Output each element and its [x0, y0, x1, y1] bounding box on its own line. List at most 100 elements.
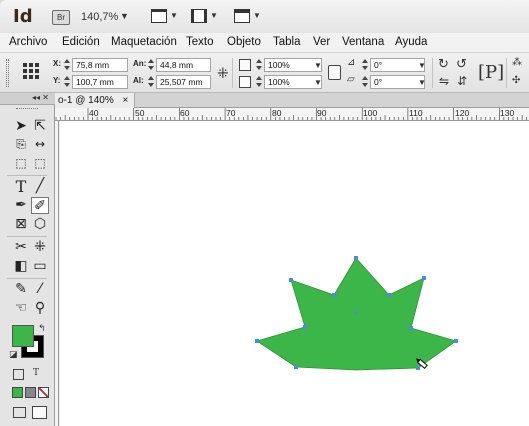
ruler-label: 100 [363, 108, 378, 118]
ruler-label: 50 [135, 108, 145, 118]
vertical-scrollbar[interactable] [519, 121, 529, 426]
document-tab-label: o-1 @ 140% [58, 95, 114, 106]
anchor-point[interactable] [289, 278, 293, 282]
tools-panel-header: ◂◂ ✕ [0, 93, 55, 105]
rotate-ccw-icon[interactable]: ↺ [456, 56, 467, 72]
menu-archivo[interactable]: Archivo [9, 36, 47, 48]
anchor-point[interactable] [332, 293, 336, 297]
menu-texto[interactable]: Texto [186, 36, 214, 48]
y-stepper[interactable] [63, 75, 70, 89]
panel-grip[interactable] [6, 59, 9, 87]
eyedropper-tool-icon[interactable]: ⁄ [31, 281, 49, 298]
formatting-container-icon[interactable] [13, 369, 24, 380]
rectangle-frame-tool-icon[interactable]: ⊠ [12, 216, 30, 233]
menu-maquetacion[interactable]: Maquetación [111, 36, 177, 48]
page-tool-icon[interactable]: ⎘ [12, 136, 30, 153]
document-canvas[interactable] [60, 121, 529, 426]
gap-tool-icon[interactable]: ↔ [31, 136, 49, 153]
anchor-point[interactable] [454, 339, 458, 343]
rotate-stepper[interactable] [361, 58, 368, 72]
pencil-tool-icon[interactable]: ✐ [31, 197, 49, 214]
anchor-point[interactable] [416, 366, 420, 370]
chevron-down-icon[interactable]: ▼ [418, 78, 426, 87]
flip-vertical-icon[interactable]: ⇵ [457, 74, 467, 88]
panel-grip[interactable] [16, 108, 38, 110]
ruler-label: 130 [500, 108, 515, 118]
polygon-tool-icon[interactable]: ⬡ [31, 216, 49, 233]
collapse-close-icons[interactable]: ◂◂ ✕ [32, 93, 49, 102]
chevron-down-icon[interactable]: ▼ [314, 61, 322, 70]
x-field[interactable]: 75,8 mm [72, 58, 128, 72]
anchor-point[interactable] [422, 276, 426, 280]
direct-selection-tool-icon[interactable]: ⇱ [31, 118, 49, 135]
menu-ventana[interactable]: Ventana [342, 36, 384, 48]
hand-tool-icon[interactable]: ☜ [12, 300, 30, 317]
gradient-feather-tool-icon[interactable]: ▭ [31, 258, 49, 275]
bridge-button[interactable]: Br [52, 10, 70, 25]
rotate-field[interactable]: 0° [370, 58, 425, 72]
menu-ayuda[interactable]: Ayuda [395, 36, 427, 48]
apply-none-icon[interactable] [38, 387, 49, 398]
chevron-down-icon[interactable]: ▼ [314, 78, 322, 87]
width-field[interactable]: 44,8 mm [156, 58, 211, 72]
note-tool-icon[interactable]: ✎ [12, 281, 30, 298]
normal-view-icon[interactable] [13, 407, 26, 418]
apply-gradient-icon[interactable] [25, 387, 36, 398]
anchor-point[interactable] [303, 325, 307, 329]
default-fill-stroke-icon[interactable]: ◪ [9, 349, 18, 360]
pen-tool-icon[interactable]: ✒ [12, 197, 30, 214]
content-placer-icon[interactable]: ⬚ [31, 155, 49, 172]
line-tool-icon[interactable]: ╱ [31, 178, 49, 195]
fill-swatch[interactable] [12, 325, 34, 347]
content-collector-icon[interactable]: ⬚ [12, 155, 30, 172]
ruler-label: 80 [272, 108, 282, 118]
menu-ver[interactable]: Ver [313, 36, 330, 48]
indesign-window: Id Br 140,7% ▼ ▼ ▼ ▼ Archivo Edición Maq… [0, 0, 529, 426]
close-icon[interactable]: × [123, 95, 129, 106]
document-tab[interactable]: o-1 @ 140% × [55, 93, 136, 108]
vertical-ruler[interactable] [55, 121, 59, 426]
rotate-cw-icon[interactable]: ↻ [438, 56, 449, 72]
swap-fill-stroke-icon[interactable]: ↰ [38, 323, 46, 334]
anchor-point[interactable] [294, 365, 298, 369]
artwork[interactable] [60, 121, 529, 426]
gradient-swatch-tool-icon[interactable]: ◧ [12, 258, 30, 275]
scissors-tool-icon[interactable]: ✂ [12, 239, 30, 256]
menu-edicion[interactable]: Edición [62, 36, 100, 48]
shear-stepper[interactable] [361, 75, 368, 89]
height-field[interactable]: 25,507 mm [156, 75, 211, 89]
menu-objeto[interactable]: Objeto [227, 36, 261, 48]
formatting-text-icon[interactable]: T [33, 368, 39, 378]
y-field[interactable]: 100,7 mm [72, 75, 128, 89]
anchor-point[interactable] [354, 256, 358, 260]
zoom-level[interactable]: 140,7% [81, 11, 118, 23]
apply-color-icon[interactable] [12, 387, 23, 398]
type-tool-icon[interactable]: T [12, 178, 30, 195]
zoom-tool-icon[interactable]: ⚲ [31, 300, 49, 317]
divider [7, 278, 47, 279]
select-container-icon[interactable]: ⁂ [512, 57, 522, 68]
width-stepper[interactable] [147, 58, 154, 72]
menu-tabla[interactable]: Tabla [273, 36, 301, 48]
tools-panel: ◂◂ ✕ ➤ ⇱ ⎘ ↔ ⬚ ⬚ T ╱ ✒ ✐ ⊠ ⬡ ✂ ⁜ ◧ ▭ ✎ ⁄… [0, 93, 55, 426]
free-transform-tool-icon[interactable]: ⁜ [31, 239, 49, 256]
constrain-proportions-icon[interactable]: ⁜ [217, 65, 229, 82]
chevron-down-icon[interactable]: ▼ [418, 61, 426, 70]
select-content-icon[interactable]: ✣ [512, 75, 520, 86]
height-stepper[interactable] [147, 75, 154, 89]
scale-x-stepper[interactable] [255, 58, 262, 72]
flip-horizontal-icon[interactable]: ⇋ [439, 74, 449, 88]
zoom-dropdown-icon[interactable]: ▼ [120, 11, 129, 21]
selection-tool-icon[interactable]: ➤ [12, 118, 30, 135]
shear-field[interactable]: 0° [370, 75, 425, 89]
anchor-point[interactable] [387, 293, 391, 297]
reference-point-icon[interactable] [23, 63, 40, 80]
x-stepper[interactable] [63, 58, 70, 72]
preview-mode-icon[interactable] [32, 406, 47, 419]
horizontal-ruler[interactable]: 40 50 60 70 80 90 100 110 120 130 [55, 108, 529, 121]
anchor-point[interactable] [409, 326, 413, 330]
constrain-scale-icon[interactable] [328, 65, 341, 80]
scale-y-stepper[interactable] [255, 75, 262, 89]
anchor-point[interactable] [255, 339, 259, 343]
ruler-label: 120 [455, 108, 470, 118]
